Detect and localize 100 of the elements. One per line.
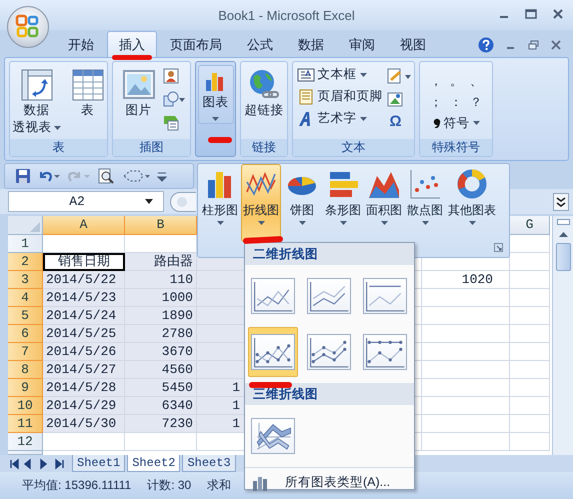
symbol-key[interactable]: ； — [426, 92, 446, 112]
ribbon-tab[interactable]: 开始 — [56, 31, 106, 57]
picture-button[interactable]: 图片 — [118, 65, 160, 122]
ribbon-tab[interactable]: 审阅 — [337, 31, 387, 57]
annotation-stroke — [249, 382, 292, 388]
row-header[interactable]: 3 — [8, 271, 43, 289]
chart-type-button[interactable]: 折线图 — [241, 164, 281, 242]
table-cell — [510, 289, 550, 307]
table-cell: 2014/5/23 — [43, 289, 125, 307]
all-chart-types-item[interactable]: 所有图表类型(A)... — [285, 474, 390, 491]
expand-icon[interactable] — [553, 192, 569, 210]
3d-line-chart-icon — [251, 418, 295, 454]
text-box-button[interactable]: 文本框 — [296, 65, 384, 84]
table-cell: 2014/5/29 — [43, 397, 125, 415]
hyperlink-button[interactable]: 超链接 — [240, 65, 288, 122]
header-footer-button[interactable]: 页眉和页脚 — [296, 87, 384, 106]
ribbon-tab[interactable]: 公式 — [235, 31, 285, 57]
row-header[interactable]: 4 — [8, 289, 43, 307]
caret-icon — [422, 221, 428, 225]
caret-icon — [145, 199, 153, 204]
chart-type-button[interactable]: 条形图 — [323, 164, 363, 242]
sheet-tab[interactable]: Sheet1 — [72, 455, 126, 472]
maximize-button[interactable] — [525, 9, 537, 19]
smartart-icon[interactable] — [162, 113, 180, 131]
caret-icon — [216, 221, 224, 225]
table-button[interactable]: 表 — [66, 65, 108, 122]
ribbon-tab[interactable]: 数据 — [286, 31, 336, 57]
ribbon-tab[interactable]: 视图 — [388, 31, 438, 57]
table-cell: 5450 — [125, 379, 197, 397]
chart-type-button[interactable]: 散点图 — [405, 164, 445, 242]
dialog-launcher-icon[interactable] — [494, 243, 503, 252]
table-cell: 110 — [125, 271, 197, 289]
shape-outline-icon[interactable] — [121, 168, 151, 184]
split-handle[interactable] — [556, 219, 570, 225]
symbol-button[interactable]: Ω — [386, 113, 402, 131]
chart-button[interactable]: 图表 — [198, 65, 234, 124]
chart-type-button[interactable]: 面积图 — [364, 164, 404, 242]
close-icon[interactable] — [551, 40, 561, 50]
table-cell: 2014/5/24 — [43, 307, 125, 325]
table-cell: 1890 — [125, 307, 197, 325]
function-button[interactable] — [170, 192, 196, 212]
table-icon — [70, 68, 104, 102]
sheet-tab[interactable]: Sheet2 — [127, 455, 180, 472]
chart-type-button[interactable]: 其他图表 — [446, 164, 498, 242]
table-cell: 2014/5/26 — [43, 343, 125, 361]
office-button[interactable] — [7, 6, 49, 48]
corner-triangle-icon — [30, 222, 40, 232]
save-icon[interactable] — [15, 168, 31, 184]
row-header[interactable]: 10 — [8, 397, 43, 415]
column-header[interactable]: G — [510, 216, 550, 235]
row-header[interactable]: 6 — [8, 325, 43, 343]
row-header[interactable]: 11 — [8, 415, 43, 433]
chart-type-button[interactable]: 饼图 — [282, 164, 322, 242]
table-cell — [510, 253, 550, 271]
row-header[interactable]: 9 — [8, 379, 43, 397]
pivot-table-button[interactable]: 数据 透视表 — [8, 65, 64, 139]
close-button[interactable] — [553, 9, 563, 19]
table-cell: 1000 — [125, 289, 197, 307]
wordart-button[interactable]: 艺术字 — [296, 109, 384, 128]
object-icon[interactable] — [386, 90, 404, 108]
scroll-thumb[interactable] — [556, 243, 570, 271]
chart-type-button[interactable]: 柱形图 — [200, 164, 240, 242]
row-header[interactable]: 2 — [8, 253, 43, 271]
sheet-tab[interactable]: Sheet3 — [182, 455, 236, 472]
line-chart-icon — [251, 334, 295, 370]
section-heading: 二维折线图 — [245, 243, 414, 265]
caret-icon — [258, 221, 264, 225]
table-cell: 4560 — [125, 361, 197, 379]
row-header[interactable]: 12 — [8, 433, 43, 451]
row-header[interactable]: 7 — [8, 343, 43, 361]
print-preview-icon[interactable] — [97, 168, 115, 184]
comma-icon — [432, 118, 440, 128]
restore-icon[interactable] — [528, 40, 539, 50]
symbol-key[interactable]: 。 — [446, 72, 466, 90]
row-header[interactable]: 5 — [8, 307, 43, 325]
symbol-menu-button[interactable]: 符号 — [432, 114, 480, 132]
table-cell: 6340 — [125, 397, 197, 415]
table-cell: 2014/5/27 — [43, 361, 125, 379]
column-header[interactable]: A — [43, 216, 125, 235]
chart-style-option[interactable] — [248, 327, 298, 377]
symbol-key[interactable]: ， — [426, 72, 446, 90]
caret-icon — [380, 221, 388, 225]
table-cell: 2014/5/25 — [43, 325, 125, 343]
symbol-key[interactable]: ： — [446, 92, 466, 112]
symbol-key[interactable]: ？ — [466, 92, 486, 112]
column-header[interactable]: B — [125, 216, 197, 235]
vertical-scrollbar[interactable] — [552, 216, 573, 455]
row-header[interactable]: 1 — [8, 235, 43, 253]
row-header[interactable]: 8 — [8, 361, 43, 379]
table-cell — [510, 415, 550, 433]
ribbon-tab[interactable]: 页面布局 — [158, 31, 234, 57]
clip-art-icon[interactable] — [162, 67, 180, 85]
shapes-icon[interactable] — [162, 90, 186, 108]
status-text: 计数: 30 — [147, 477, 192, 494]
symbol-key[interactable]: 、 — [466, 72, 486, 90]
help-icon[interactable] — [478, 37, 494, 53]
name-box[interactable]: A2 — [8, 191, 164, 212]
document-icon — [296, 88, 314, 104]
ribbon-tab[interactable]: 插入 — [107, 31, 157, 57]
signature-icon[interactable] — [386, 67, 412, 85]
